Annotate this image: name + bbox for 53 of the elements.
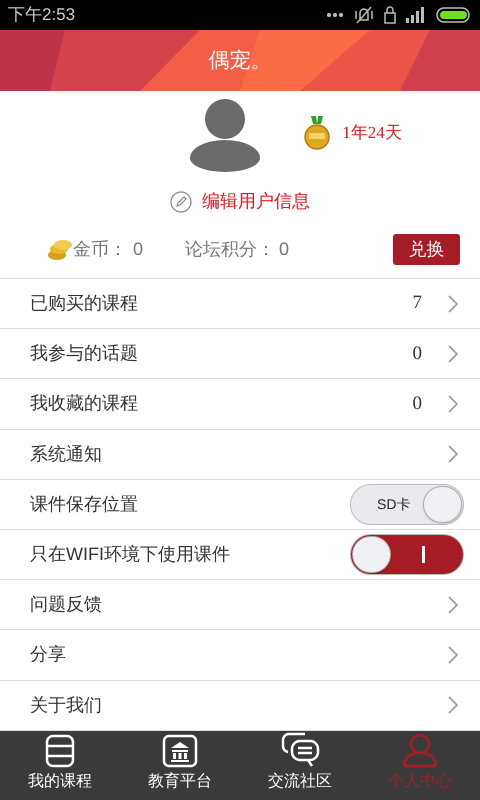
menu-label: 我收藏的课程	[30, 392, 138, 416]
chevron-icon	[448, 646, 458, 664]
tab-item[interactable]: 我的课程	[0, 731, 120, 800]
battery-icon	[436, 7, 472, 23]
menu-row[interactable]: 我收藏的课程 0	[0, 379, 480, 430]
coins-label: 金币：	[73, 238, 127, 261]
edit-icon	[170, 190, 192, 212]
menu-label: 课件保存位置	[30, 492, 138, 516]
status-time: 下午2:53	[8, 4, 76, 26]
menu-row[interactable]: 我参与的话题 0	[0, 329, 480, 380]
edit-profile-link[interactable]: 编辑用户信息	[170, 188, 310, 215]
menu-row[interactable]: 系统通知	[0, 430, 480, 480]
count-value: 7	[412, 291, 422, 316]
bank-icon	[162, 734, 198, 768]
menu-row[interactable]: 问题反馈	[0, 580, 480, 630]
menu-row[interactable]: 已购买的课程 7	[0, 279, 480, 330]
tab-item[interactable]: 教育平台	[120, 731, 240, 800]
muted-vibrate-icon	[354, 6, 374, 24]
menu-label: 我参与的话题	[30, 342, 138, 366]
chevron-icon	[448, 294, 458, 313]
points-value: 0	[279, 238, 290, 261]
coins-value: 0	[133, 238, 144, 261]
menu-label: 分享	[30, 643, 66, 666]
menu-label: 已购买的课程	[30, 292, 138, 316]
chevron-icon	[448, 445, 458, 464]
on-mark-icon	[422, 546, 425, 564]
vip-period: 1年24天	[342, 122, 402, 144]
menu-label: 问题反馈	[30, 593, 102, 616]
avatar-icon	[188, 98, 262, 172]
vip-medal-icon	[304, 116, 330, 150]
toggle-switch[interactable]	[350, 534, 464, 576]
count-value: 0	[412, 392, 422, 416]
lock-icon	[384, 6, 396, 24]
chevron-icon	[448, 344, 458, 363]
chevron-icon	[448, 394, 458, 413]
chevron-icon	[448, 596, 458, 614]
dots-icon	[326, 12, 344, 18]
chat-icon	[280, 732, 320, 768]
count-value: 0	[412, 342, 422, 366]
menu-row[interactable]: 分享	[0, 630, 480, 680]
coins-icon	[47, 238, 73, 260]
header-title: 偶宠。	[208, 48, 272, 74]
chevron-icon	[448, 696, 458, 714]
points-label: 论坛积分：	[185, 238, 276, 261]
book-icon	[45, 734, 75, 768]
redeem-button[interactable]: 兑换	[393, 234, 460, 265]
menu-label: 关于我们	[30, 694, 102, 717]
person-icon	[400, 732, 440, 768]
toggle-switch[interactable]: SD卡	[350, 484, 464, 525]
menu-label: 只在WIFI环境下使用课件	[30, 543, 230, 566]
tab-item[interactable]: 交流社区	[240, 731, 360, 800]
menu-label: 系统通知	[30, 442, 102, 466]
signal-icon	[406, 7, 426, 23]
